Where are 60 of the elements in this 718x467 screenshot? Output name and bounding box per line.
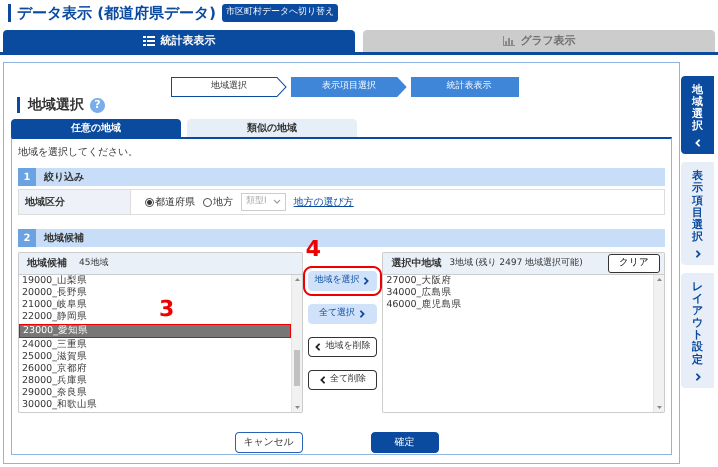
page-title: データ表示 (都道府県データ) (8, 4, 216, 22)
list-option[interactable]: 21000_岐阜県 (19, 299, 90, 311)
confirm-button[interactable]: 確定 (370, 432, 438, 453)
chevron-icon (694, 248, 702, 259)
chevron-icon (694, 138, 702, 148)
scrollbar[interactable] (290, 275, 302, 412)
progress-step: 表示項目選択 (291, 77, 407, 97)
list-count: 3地域 (449, 256, 474, 270)
filter-label: 地域区分 (19, 190, 131, 214)
region-tab[interactable]: 任意の地域 (11, 119, 181, 137)
list-option[interactable]: 28000_兵庫県 (19, 375, 90, 387)
bar-chart-icon (502, 36, 514, 46)
list-icon (142, 36, 154, 46)
side-tab[interactable]: 表示項目選択 (681, 162, 714, 265)
annotation-number: 4 (306, 239, 321, 261)
chevron-icon (362, 276, 370, 286)
remaining-count: (残り 2497 地域選択可能) (475, 256, 583, 270)
section-number: 2 (18, 229, 36, 247)
transfer-button[interactable]: 全て削除 (308, 370, 378, 390)
list-count: 45地域 (79, 256, 108, 270)
side-tab[interactable]: レイアウト設定 (681, 272, 714, 388)
section-heading: 地域選択 (17, 97, 84, 113)
list-option[interactable]: 25000_滋賀県 (19, 351, 90, 363)
chevron-icon (314, 342, 322, 352)
radio-option[interactable]: 地方 (203, 194, 233, 210)
caret-icon (272, 199, 281, 205)
list-option[interactable]: 26000_京都府 (19, 363, 90, 375)
chevron-icon (318, 375, 327, 385)
chevron-icon (358, 309, 366, 319)
list-option[interactable]: 23000_愛知県 (20, 325, 290, 337)
list-option[interactable]: 22000_静岡県 (19, 311, 90, 323)
list-option[interactable]: 34000_広島県 (383, 287, 454, 299)
list-option[interactable]: 19000_山梨県 (19, 275, 90, 287)
radio-option[interactable]: 都道府県 (145, 194, 195, 210)
scrollbar-thumb[interactable] (294, 350, 300, 386)
cancel-button[interactable]: キャンセル (234, 432, 302, 453)
progress-step: 地域選択 (171, 77, 287, 97)
list-option[interactable]: 20000_長野県 (19, 287, 90, 299)
list-title: 地域候補 (27, 256, 67, 271)
view-tab[interactable]: 統計表表示 (3, 30, 355, 52)
annotation-number: 3 (159, 299, 174, 321)
side-tab[interactable]: 地域選択 (681, 76, 714, 154)
scrollbar[interactable] (653, 275, 664, 412)
transfer-button[interactable]: 地域を削除 (308, 337, 378, 357)
list-option[interactable]: 24000_三重県 (19, 339, 90, 351)
list-option[interactable]: 30000_和歌山県 (19, 399, 100, 411)
section-title: 絞り込み (44, 170, 84, 184)
transfer-button[interactable]: 全て選択 (308, 304, 378, 324)
clear-button[interactable]: クリア (608, 254, 660, 273)
section-number: 1 (18, 168, 36, 186)
section-title: 地域候補 (44, 232, 84, 246)
chevron-icon (694, 372, 702, 382)
list-option[interactable]: 29000_奈良県 (19, 387, 90, 399)
help-link[interactable]: 地方の選び方 (294, 194, 354, 210)
instruction-text: 地域を選択してください。 (18, 146, 139, 160)
list-option[interactable]: 27000_大阪府 (383, 275, 454, 287)
list-option[interactable]: 46000_鹿児島県 (383, 299, 464, 311)
switch-data-button[interactable]: 市区町村データへ切り替え (222, 4, 338, 22)
list-title: 選択中地域 (391, 256, 442, 271)
region-tab[interactable]: 類似の地域 (187, 119, 357, 137)
